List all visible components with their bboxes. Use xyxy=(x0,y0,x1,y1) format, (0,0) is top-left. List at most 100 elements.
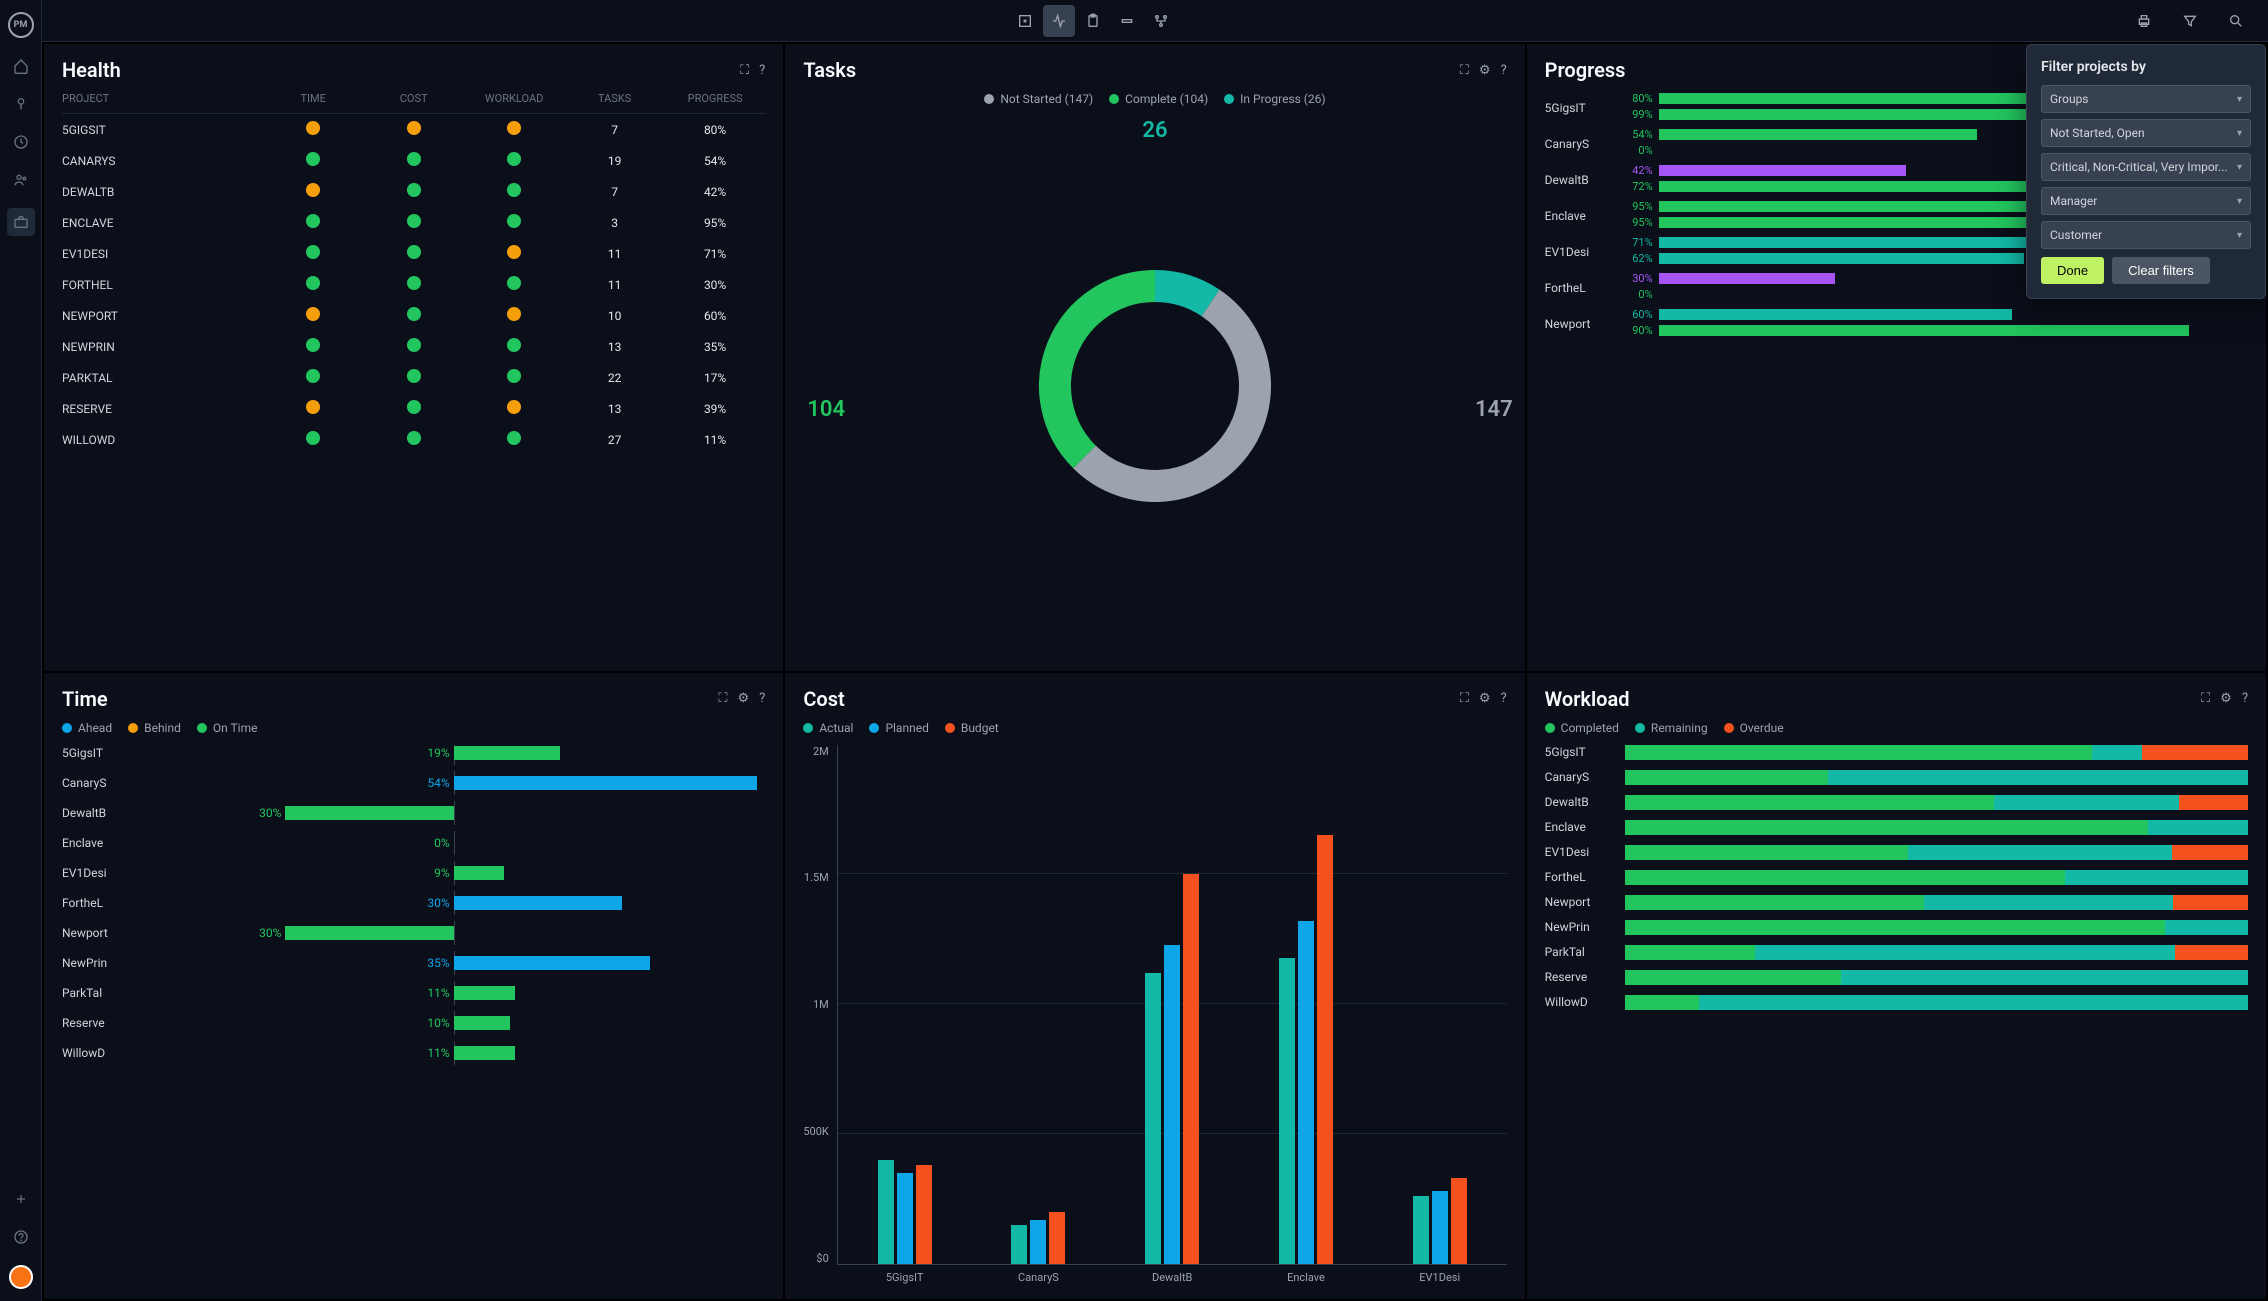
project-name: 5GigsIT xyxy=(62,746,142,760)
project-name: ParkTal xyxy=(1545,945,1625,959)
project-name: WillowD xyxy=(62,1046,142,1060)
time-row: Enclave 0% xyxy=(62,835,765,851)
home-icon[interactable] xyxy=(11,56,31,76)
bar-pct: 80% xyxy=(1615,92,1653,105)
gear-icon[interactable]: ⚙ xyxy=(738,691,750,706)
pin-icon[interactable] xyxy=(11,94,31,114)
seg-overdue xyxy=(2175,945,2247,960)
legend-label: Behind xyxy=(144,721,181,735)
clock-icon[interactable] xyxy=(11,132,31,152)
filter-select[interactable]: Groups xyxy=(2041,85,2251,113)
bar-fill xyxy=(1659,129,1977,140)
table-row[interactable]: WILLOWD 27 11% xyxy=(62,424,765,455)
filter-select[interactable]: Not Started, Open xyxy=(2041,119,2251,147)
table-row[interactable]: ENCLAVE 3 95% xyxy=(62,207,765,238)
seg-completed xyxy=(1625,945,1755,960)
activity-icon[interactable] xyxy=(1043,5,1075,37)
table-row[interactable]: FORTHEL 11 30% xyxy=(62,269,765,300)
plus-icon[interactable] xyxy=(11,1189,31,1209)
app-logo[interactable]: PM xyxy=(8,12,34,38)
project-name: Newport xyxy=(62,926,142,940)
progress-panel: Progress 5GigsIT80%99%CanaryS54%0%Dewalt… xyxy=(1527,44,2266,671)
project-name: EV1Desi xyxy=(62,866,142,880)
column-header: COST xyxy=(363,92,463,105)
expand-icon[interactable]: ⛶ xyxy=(718,691,727,706)
tasks-count: 27 xyxy=(564,433,664,447)
help-icon[interactable]: ? xyxy=(2242,691,2248,706)
legend-label: Completed xyxy=(1561,721,1619,735)
legend-dot xyxy=(1635,723,1645,733)
table-row[interactable]: DEWALTB 7 42% xyxy=(62,176,765,207)
gear-icon[interactable]: ⚙ xyxy=(1479,63,1491,78)
zoom-fit-icon[interactable] xyxy=(1009,5,1041,37)
tasks-count: 11 xyxy=(564,278,664,292)
help-icon[interactable]: ? xyxy=(1501,691,1507,706)
project-name: FortheL xyxy=(1545,870,1625,884)
status-dot xyxy=(306,214,320,228)
legend-dot xyxy=(803,723,813,733)
legend-dot xyxy=(1545,723,1555,733)
bar-fill xyxy=(1659,309,2013,320)
user-avatar[interactable] xyxy=(9,1265,33,1289)
tasks-count: 13 xyxy=(564,340,664,354)
project-name: Enclave xyxy=(62,836,142,850)
cost-panel: Cost ⛶ ⚙ ? ActualPlannedBudget 2M1.5M1M5… xyxy=(785,673,1524,1300)
project-name: ENCLAVE xyxy=(62,216,263,230)
bar-fill xyxy=(1659,181,2083,192)
progress-pct: 17% xyxy=(665,371,765,385)
project-name: DewaltB xyxy=(1545,173,1615,187)
bar-pct: 9% xyxy=(434,866,450,880)
briefcase-icon[interactable] xyxy=(7,208,35,236)
help-icon[interactable]: ? xyxy=(759,63,765,78)
filter-select[interactable]: Manager xyxy=(2041,187,2251,215)
expand-icon[interactable]: ⛶ xyxy=(740,63,749,78)
filter-select[interactable]: Critical, Non-Critical, Very Impor... xyxy=(2041,153,2251,181)
table-row[interactable]: PARKTAL 22 17% xyxy=(62,362,765,393)
status-dot xyxy=(507,121,521,135)
seg-completed xyxy=(1625,795,1994,810)
filter-select[interactable]: Customer xyxy=(2041,221,2251,249)
bar-pct: 35% xyxy=(427,956,449,970)
project-name: EV1Desi xyxy=(1545,245,1615,259)
status-dot xyxy=(306,400,320,414)
help-icon[interactable] xyxy=(11,1227,31,1247)
help-icon[interactable]: ? xyxy=(1501,63,1507,78)
help-icon[interactable]: ? xyxy=(759,691,765,706)
table-row[interactable]: EV1DESI 11 71% xyxy=(62,238,765,269)
seg-remaining xyxy=(1755,945,2175,960)
expand-icon[interactable]: ⛶ xyxy=(1460,691,1469,706)
legend-label: Not Started (147) xyxy=(1000,92,1093,106)
stacked-bar xyxy=(1625,945,2248,960)
project-name: CanaryS xyxy=(62,776,142,790)
tasks-count: 7 xyxy=(564,185,664,199)
table-row[interactable]: NEWPRIN 13 35% xyxy=(62,331,765,362)
table-row[interactable]: NEWPORT 10 60% xyxy=(62,300,765,331)
table-row[interactable]: CANARYS 19 54% xyxy=(62,145,765,176)
expand-icon[interactable]: ⛶ xyxy=(1460,63,1469,78)
time-row: Reserve 10% xyxy=(62,1015,765,1031)
table-row[interactable]: 5GIGSIT 7 80% xyxy=(62,114,765,145)
legend-dot xyxy=(197,723,207,733)
gear-icon[interactable]: ⚙ xyxy=(2220,691,2232,706)
clear-filters-button[interactable]: Clear filters xyxy=(2112,257,2210,284)
flow-icon[interactable] xyxy=(1145,5,1177,37)
filter-icon[interactable] xyxy=(2174,5,2206,37)
bar-pct: 11% xyxy=(427,1046,449,1060)
bar-budget xyxy=(1049,1212,1065,1264)
expand-icon[interactable]: ⛶ xyxy=(2201,691,2210,706)
table-row[interactable]: RESERVE 13 39% xyxy=(62,393,765,424)
minus-icon[interactable] xyxy=(1111,5,1143,37)
workload-row: DewaltB xyxy=(1545,795,2248,810)
people-icon[interactable] xyxy=(11,170,31,190)
print-icon[interactable] xyxy=(2128,5,2160,37)
stacked-bar xyxy=(1625,770,2248,785)
status-dot xyxy=(306,307,320,321)
tasks-count: 10 xyxy=(564,309,664,323)
clipboard-icon[interactable] xyxy=(1077,5,1109,37)
project-name: CANARYS xyxy=(62,154,263,168)
done-button[interactable]: Done xyxy=(2041,257,2104,284)
x-label: EV1Desi xyxy=(1419,1271,1460,1284)
progress-pct: 71% xyxy=(665,247,765,261)
search-icon[interactable] xyxy=(2220,5,2252,37)
gear-icon[interactable]: ⚙ xyxy=(1479,691,1491,706)
